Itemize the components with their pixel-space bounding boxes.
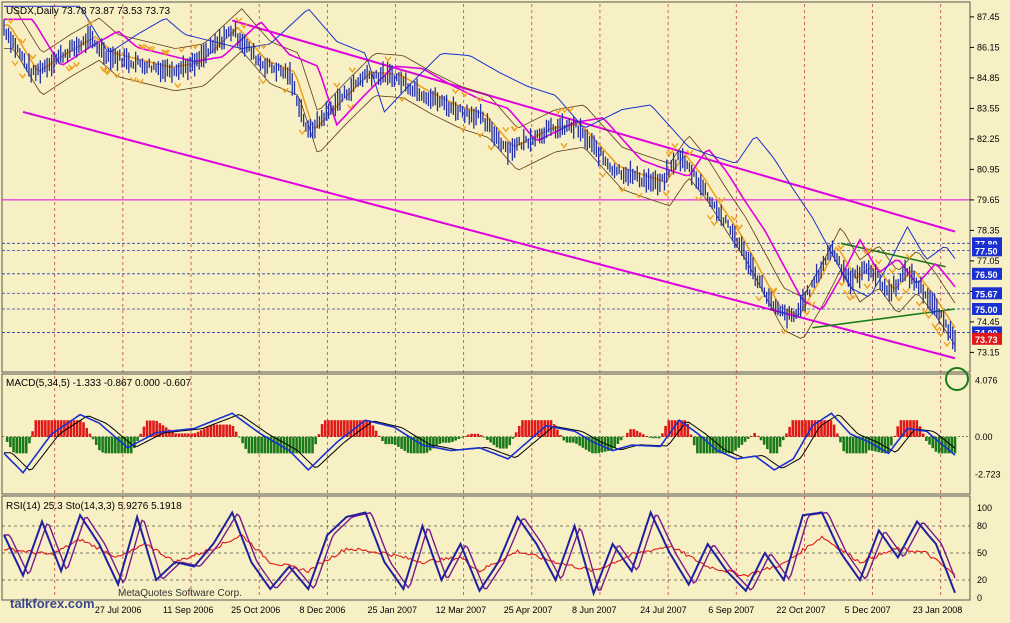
y-tick-label: 77.05	[977, 256, 1000, 266]
x-tick-label: 8 Jun 2007	[572, 605, 617, 615]
macd-header: MACD(5,34,5) -1.333 -0.867 0.000 -0.607	[6, 378, 192, 389]
price-panel	[1, 1, 971, 373]
macd-tick-label: 4.076	[975, 375, 998, 385]
y-tick-label: 78.35	[977, 225, 1000, 235]
price-label: 75.67	[975, 289, 998, 299]
y-tick-label: 87.45	[977, 12, 1000, 22]
y-tick-label: 83.55	[977, 103, 1000, 113]
rsi-tick-label: 100	[977, 503, 992, 513]
price-label: 75.00	[975, 305, 998, 315]
x-tick-label: 6 Sep 2007	[708, 605, 754, 615]
rsi-tick-label: 0	[977, 593, 982, 603]
rsi-tick-label: 20	[977, 575, 987, 585]
x-tick-label: 25 Oct 2006	[231, 605, 280, 615]
y-tick-label: 84.85	[977, 73, 1000, 83]
price-label: 77.50	[975, 246, 998, 256]
x-tick-label: 12 Mar 2007	[436, 605, 487, 615]
macd-tick-label: -2.723	[975, 469, 1001, 479]
x-tick-label: 23 Jan 2008	[913, 605, 963, 615]
x-tick-label: 8 Dec 2006	[299, 605, 345, 615]
x-tick-label: 5 Dec 2007	[845, 605, 891, 615]
chart-svg: 87.45 86.15 84.85 83.55 82.25 80.95 79.65 78.35…	[1, 1, 1002, 615]
publisher-text: MetaQuotes Software Corp.	[118, 588, 242, 599]
y-tick-label: 82.25	[977, 134, 1000, 144]
x-tick-label: 27 Jul 2006	[95, 605, 142, 615]
rsi-tick-label: 50	[977, 548, 987, 558]
x-tick-label: 11 Sep 2006	[163, 605, 213, 615]
x-tick-label: 22 Oct 2007	[776, 605, 825, 615]
y-tick-label: 73.15	[977, 347, 1000, 357]
chart-window: 87.45 86.15 84.85 83.55 82.25 80.95 79.65 78.35…	[0, 0, 1010, 618]
y-tick-label: 86.15	[977, 42, 1000, 52]
price-label: 73.73	[975, 335, 998, 345]
x-tick-label: 24 Jul 2007	[640, 605, 687, 615]
y-tick-label: 79.65	[977, 195, 1000, 205]
price-labels: 77.8077.5076.5075.6775.0074.0073.73	[972, 237, 1002, 345]
watermark-text: talkforex.com	[10, 596, 95, 611]
macd-tick-label: 0.00	[975, 432, 993, 442]
rsi-tick-label: 80	[977, 521, 987, 531]
y-tick-label: 74.45	[977, 317, 1000, 327]
price-label: 76.50	[975, 270, 998, 280]
y-tick-label: 80.95	[977, 164, 1000, 174]
price-header: USDX,Daily 73.78 73.87 73.53 73.73	[6, 6, 170, 17]
x-tick-label: 25 Jan 2007	[367, 605, 417, 615]
x-axis-labels: 27 Jul 2006 11 Sep 2006 25 Oct 2006 8 Dec 2…	[95, 605, 962, 615]
rsi-header: RSI(14) 25.3 Sto(14,3,3) 5.9276 5.1918	[6, 501, 182, 512]
x-tick-label: 25 Apr 2007	[504, 605, 553, 615]
